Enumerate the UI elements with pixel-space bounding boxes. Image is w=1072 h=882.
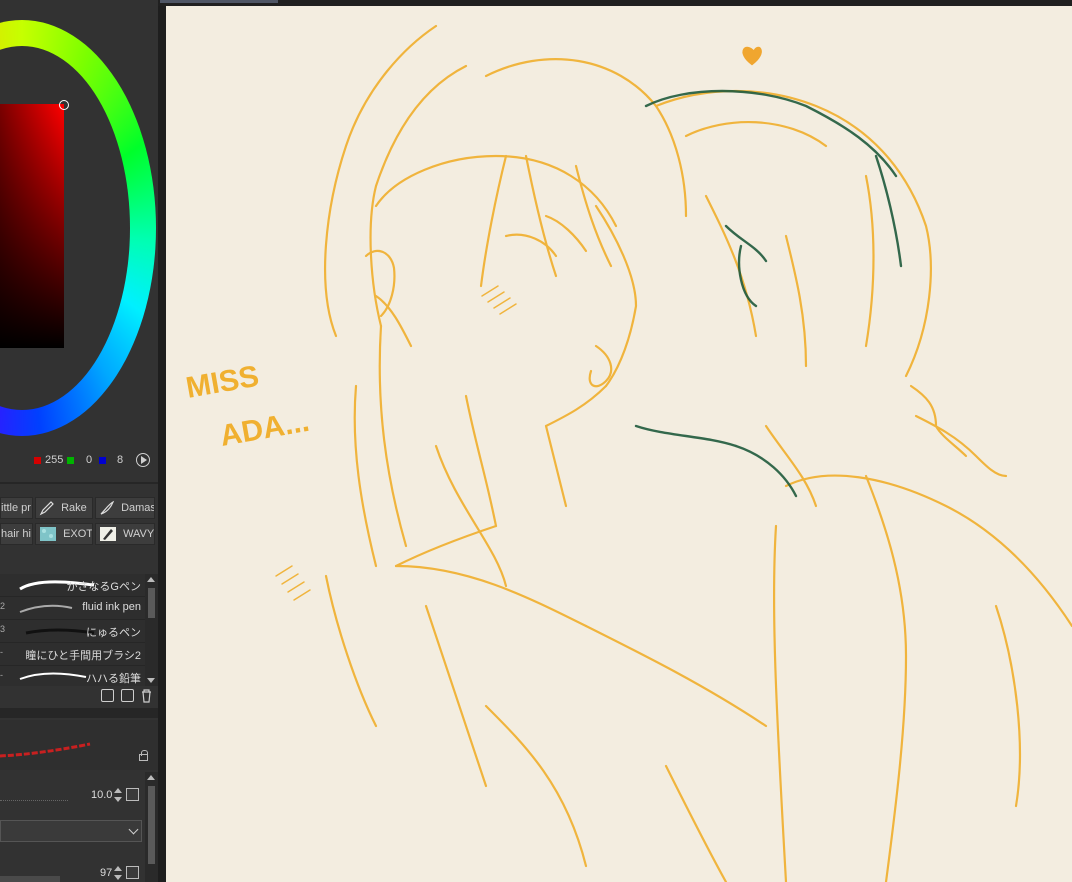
- brush-set-tile-1[interactable]: ittle pr: [0, 497, 33, 519]
- tile-label: Damas: [121, 502, 155, 515]
- handwritten-text-line1: MISS: [183, 360, 261, 405]
- brush-set-tile-4[interactable]: hair hi: [0, 523, 33, 545]
- brush-index: 2: [0, 601, 6, 611]
- opacity-value[interactable]: 97: [100, 867, 112, 879]
- rgb-readout: 255 0 8: [0, 452, 158, 470]
- handwritten-text-line2: ADA...: [217, 405, 311, 453]
- brush-stroke-preview: [0, 742, 91, 758]
- saturation-value-square[interactable]: [0, 104, 64, 348]
- brush-list-toolbar: [0, 686, 158, 706]
- list-item[interactable]: - ハハる鉛筆: [0, 666, 145, 686]
- brush-size-value[interactable]: 10.0: [91, 789, 112, 801]
- scroll-thumb[interactable]: [148, 786, 155, 864]
- feather-icon: [100, 500, 115, 515]
- texture-icon: [40, 527, 56, 542]
- download-icon[interactable]: [126, 866, 139, 879]
- pressure-toggle-icon[interactable]: [126, 788, 139, 801]
- brush-stroke-preview: [19, 672, 87, 680]
- green-value[interactable]: 0: [86, 454, 92, 466]
- pen-icon: [39, 501, 54, 516]
- nib-icon: [100, 527, 116, 542]
- brush-list: かさなるGペン 2 fluid ink pen 3 にゅるペン - 瞳にひと手間…: [0, 574, 145, 686]
- color-picker-handle[interactable]: [59, 100, 69, 110]
- opacity-slider[interactable]: [0, 876, 60, 882]
- color-wheel-panel: [0, 0, 158, 448]
- sketch-artwork: MISS ADA...: [183, 24, 1072, 882]
- chevron-down-icon: [128, 824, 139, 835]
- scroll-up-icon[interactable]: [147, 775, 155, 780]
- brush-size-slider[interactable]: [0, 800, 68, 802]
- panel-divider: [0, 482, 158, 484]
- opacity-spinner-icon[interactable]: [114, 866, 122, 880]
- brush-index: 3: [0, 624, 6, 634]
- green-swatch-icon: [67, 457, 74, 464]
- brush-name: fluid ink pen: [82, 601, 141, 613]
- play-icon[interactable]: [136, 453, 150, 467]
- blue-swatch-icon: [99, 457, 106, 464]
- brush-list-scrollbar[interactable]: [145, 574, 158, 686]
- brush-name: 瞳にひと手間用ブラシ2: [25, 650, 141, 662]
- brush-preview: [0, 720, 158, 770]
- scroll-up-icon[interactable]: [147, 577, 155, 582]
- brush-index: -: [0, 647, 3, 657]
- tile-label: ittle pr: [1, 502, 31, 515]
- duplicate-icon[interactable]: [121, 689, 134, 702]
- blue-value[interactable]: 8: [117, 454, 123, 466]
- brush-name: ハハる鉛筆: [86, 673, 141, 685]
- brush-stroke-preview: [25, 628, 95, 635]
- brush-name: かさなるGペン: [66, 581, 141, 593]
- trash-icon[interactable]: [140, 689, 153, 703]
- tile-label: WAVY: [123, 528, 155, 541]
- panel-divider: [0, 708, 158, 718]
- import-icon[interactable]: [101, 689, 114, 702]
- list-item[interactable]: かさなるGペン: [0, 574, 145, 597]
- tile-label: EXOTI: [63, 528, 93, 541]
- red-value[interactable]: 255: [45, 454, 63, 466]
- property-scrollbar[interactable]: [145, 772, 158, 882]
- scroll-thumb[interactable]: [148, 588, 155, 618]
- brush-set-tile-6[interactable]: WAVY: [95, 523, 155, 545]
- brush-index: -: [0, 670, 3, 680]
- list-item[interactable]: - 瞳にひと手間用ブラシ2: [0, 643, 145, 666]
- panel-gutter: [158, 0, 166, 882]
- brush-name: にゅるペン: [86, 627, 141, 639]
- tile-label: hair hi: [1, 528, 31, 541]
- list-item[interactable]: 3 にゅるペン: [0, 620, 145, 643]
- canvas-tab[interactable]: [160, 0, 278, 3]
- brush-set-tile-3[interactable]: Damas: [95, 497, 155, 519]
- drawing-canvas[interactable]: MISS ADA...: [166, 6, 1072, 882]
- lock-icon[interactable]: [139, 750, 148, 761]
- tile-label: Rake: [61, 502, 87, 515]
- brush-option-select[interactable]: [0, 820, 142, 842]
- list-item[interactable]: 2 fluid ink pen: [0, 597, 145, 620]
- size-spinner-icon[interactable]: [114, 788, 122, 802]
- left-panel: 255 0 8 ittle pr Rake Damas hair hi EXOT…: [0, 0, 158, 882]
- brush-set-tile-5[interactable]: EXOTI: [35, 523, 93, 545]
- brush-set-tile-2[interactable]: Rake: [35, 497, 93, 519]
- red-swatch-icon: [34, 457, 41, 464]
- scroll-down-icon[interactable]: [147, 678, 155, 683]
